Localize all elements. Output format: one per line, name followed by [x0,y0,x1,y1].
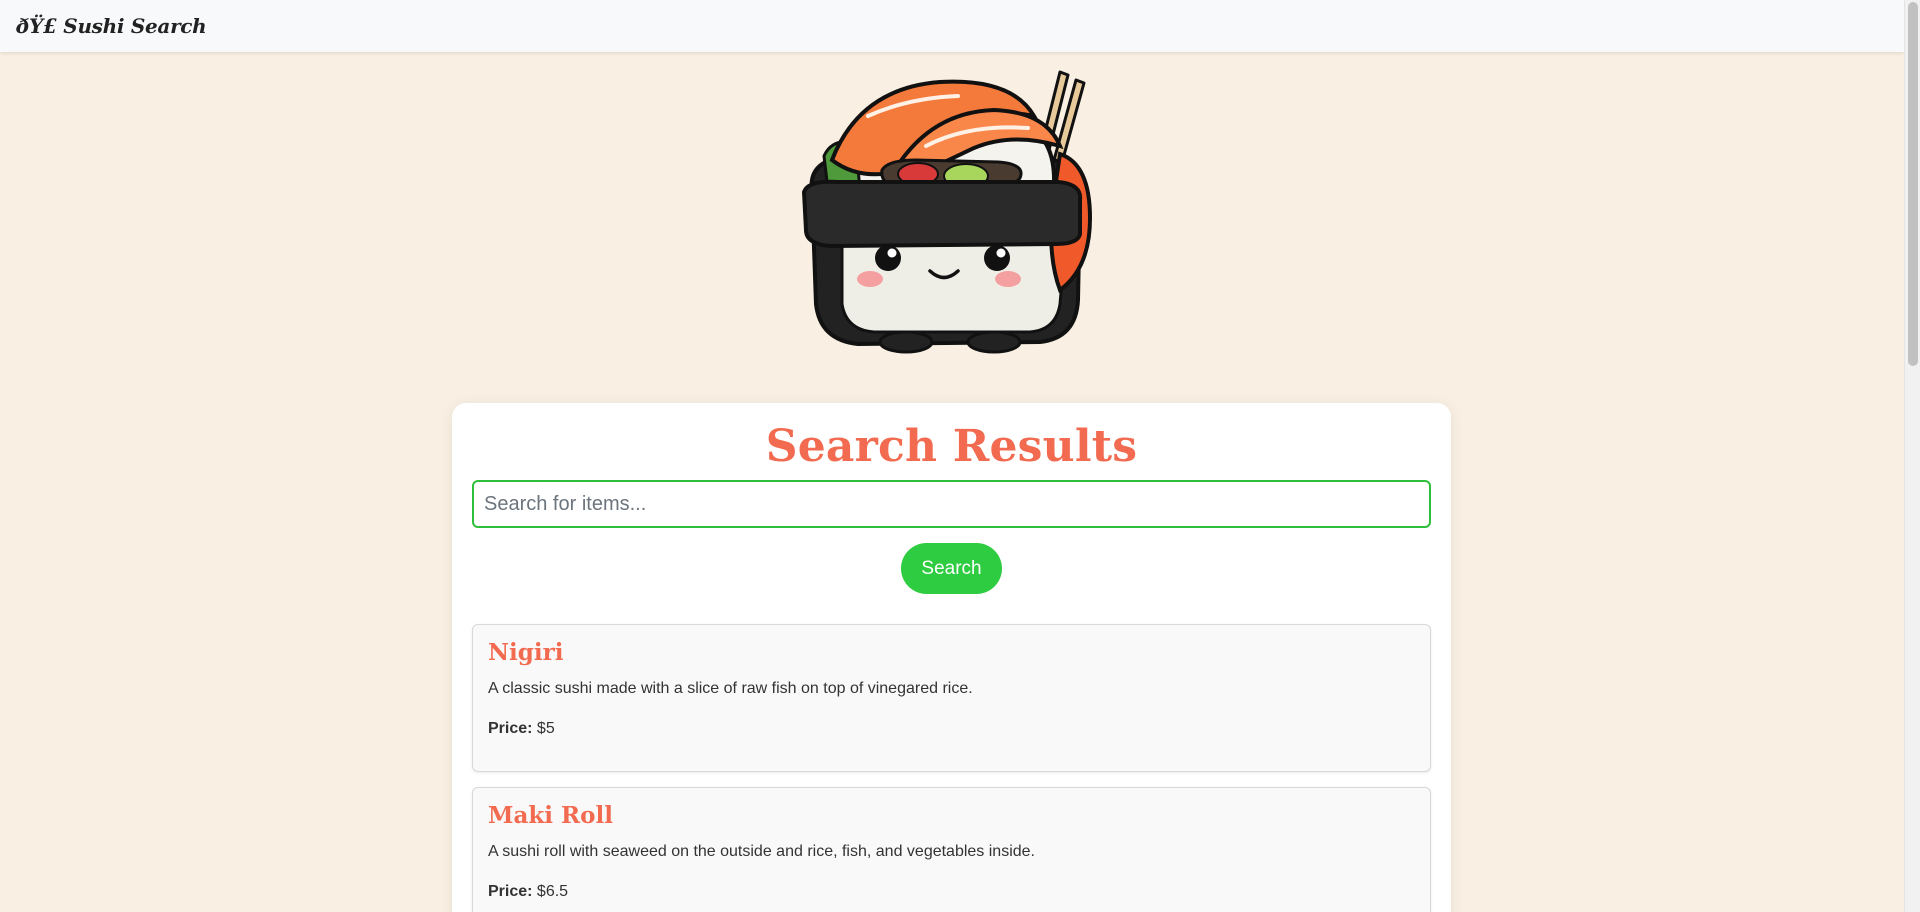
brand-logo-link[interactable]: ðŸ£ Sushi Search [16,14,207,38]
scrollbar-thumb[interactable] [1908,2,1918,366]
page-scrollbar[interactable] [1904,0,1920,912]
price-label: Price: [488,720,533,737]
item-description: A classic sushi made with a slice of raw… [488,680,973,697]
list-item: Maki Roll A sushi roll with seaweed on t… [472,787,1431,912]
item-price-row: Price: $6.5 [488,883,568,901]
search-button[interactable]: Search [901,543,1002,594]
search-input[interactable] [472,480,1431,528]
item-price-row: Price: $5 [488,720,555,738]
price-label: Price: [488,883,533,900]
item-name: Nigiri [488,639,564,666]
price-value: $6.5 [536,883,569,900]
navbar: ðŸ£ Sushi Search [0,0,1904,52]
list-item: Nigiri A classic sushi made with a slice… [472,624,1431,772]
page-title: Search Results [765,421,1138,472]
price-value: $5 [536,720,555,737]
item-name: Maki Roll [488,802,613,829]
sushi-mascot-icon [801,70,1093,354]
results-card: Search Results Search Nigiri A classic s… [452,403,1451,912]
item-description: A sushi roll with seaweed on the outside… [488,843,1035,860]
